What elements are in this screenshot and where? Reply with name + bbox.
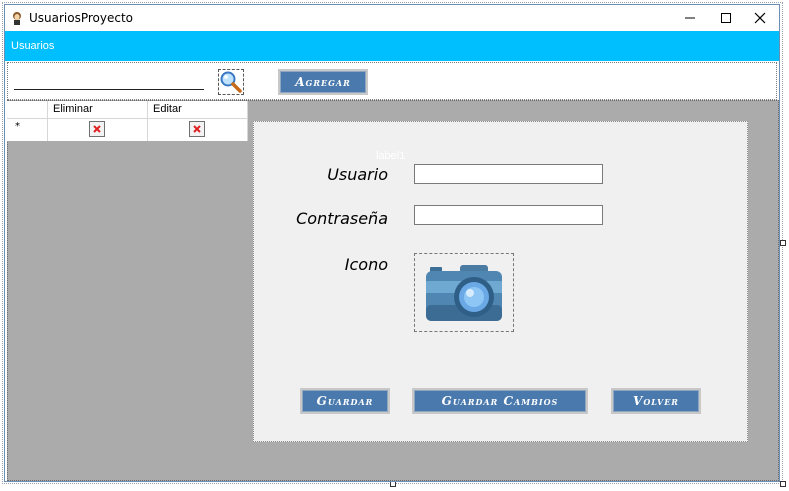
password-field[interactable] (414, 205, 603, 225)
title-bar[interactable]: UsuariosProyecto (5, 5, 779, 31)
table-row[interactable]: * (7, 118, 248, 140)
search-underline (14, 89, 204, 90)
header-title: Usuarios (11, 40, 55, 52)
user-field[interactable] (414, 164, 603, 184)
grid-column-header-eliminar[interactable]: Eliminar (53, 103, 93, 115)
users-grid[interactable]: Eliminar Editar * (7, 101, 248, 141)
header-bar: Usuarios (5, 31, 779, 61)
grid-header-row: Eliminar Editar (7, 101, 248, 119)
back-button[interactable]: Volver (611, 388, 701, 414)
save-changes-button[interactable]: Guardar Cambios (412, 388, 588, 414)
resize-grip-right[interactable] (780, 240, 786, 246)
camera-icon (426, 264, 502, 321)
user-label: Usuario (327, 165, 388, 184)
close-icon (754, 12, 766, 24)
delete-row-button[interactable] (89, 121, 105, 137)
save-button[interactable]: Guardar (300, 388, 390, 414)
window-title: UsuariosProyecto (29, 11, 134, 25)
edit-row-button[interactable] (189, 121, 205, 137)
grid-column-header-editar[interactable]: Editar (153, 103, 182, 115)
search-button[interactable] (218, 69, 244, 95)
search-icon (220, 71, 242, 93)
password-label: Contraseña (296, 209, 388, 228)
icon-picture-box[interactable] (414, 253, 514, 332)
minimize-icon (685, 17, 695, 19)
maximize-icon (721, 13, 731, 23)
search-input[interactable] (14, 71, 208, 91)
icon-label: Icono (344, 255, 388, 274)
maximize-button[interactable] (709, 5, 743, 31)
app-icon (13, 12, 21, 25)
delete-x-icon (93, 125, 101, 133)
placeholder-label: label1 (376, 150, 406, 162)
minimize-button[interactable] (673, 5, 707, 31)
user-form-panel: label1 Usuario Contraseña Icono Guardar … (253, 121, 748, 442)
close-button[interactable] (743, 5, 777, 31)
resize-grip-corner[interactable] (780, 481, 786, 487)
toolbar-panel: Agregar (7, 62, 777, 100)
app-window: UsuariosProyecto Usuarios Agregar Elimin… (4, 4, 780, 482)
delete-x-icon (193, 125, 201, 133)
add-button[interactable]: Agregar (278, 69, 368, 95)
new-row-marker: * (15, 121, 20, 132)
